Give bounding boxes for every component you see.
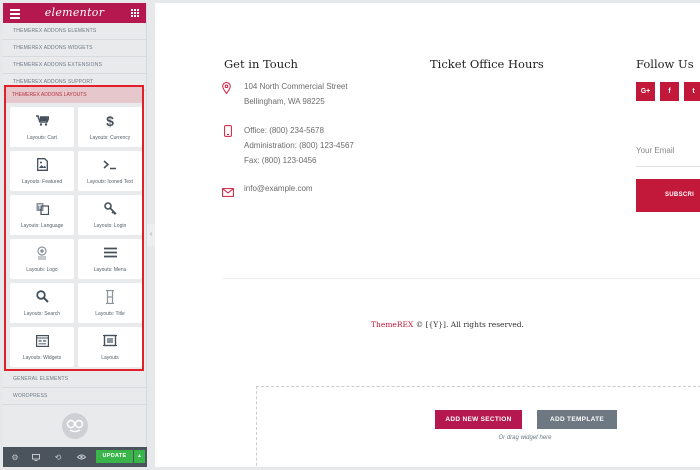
dollar-icon: $ [106, 112, 114, 129]
category-wordpress[interactable]: WORDPRESS [3, 388, 147, 405]
widget-label: Layouts: Search [23, 311, 61, 317]
title-icon [78, 289, 142, 304]
copyright-text: ThemeREX © [{Y}]. All rights reserved. [155, 320, 700, 329]
widget-label: Layouts: Cart [27, 135, 57, 141]
add-template-button[interactable]: ADD TEMPLATE [537, 410, 617, 429]
office-phone: Office: (800) 234-5678 [244, 126, 324, 135]
copyright-rest: © [{Y}]. All rights reserved. [413, 320, 524, 329]
facebook-icon[interactable]: f [660, 82, 679, 101]
widget-layouts-search[interactable]: Layouts: Search [10, 283, 74, 323]
widget-label: Layouts: Menu [93, 267, 127, 273]
address-line-1: 104 North Commercial Street [244, 82, 348, 91]
contact-email-link[interactable]: info@example.com [244, 181, 313, 196]
widget-layouts[interactable]: Layouts [78, 327, 142, 367]
translate-icon [10, 202, 74, 215]
footer-divider [223, 278, 700, 279]
update-button[interactable]: UPDATE [96, 450, 133, 463]
plugin-avatar-icon [62, 413, 88, 439]
subscribe-button[interactable]: SUBSCRI [636, 179, 700, 212]
panel-footer: ⚙ ⟲ UPDATE ▲ [3, 447, 147, 467]
phone-icon [224, 124, 232, 142]
settings-icon[interactable]: ⚙ [9, 451, 21, 463]
widget-layouts-iconed-text[interactable]: Layouts: Iconed Text [78, 151, 142, 191]
administration-phone: Administration: (800) 123-4567 [244, 141, 354, 150]
newsletter-email-input[interactable]: Your Email [636, 146, 674, 155]
twitter-icon[interactable]: t [684, 82, 700, 101]
category-themerex-extensions[interactable]: THEMEREX ADDONS EXTENSIONS [3, 57, 146, 74]
logo-icon [10, 245, 74, 259]
widget-label: Layouts: Logo [26, 267, 58, 273]
widget-layouts-login[interactable]: Layouts: Login [78, 195, 142, 235]
widget-label: Layouts: Login [93, 223, 127, 229]
category-general-elements[interactable]: GENERAL ELEMENTS [3, 371, 147, 388]
widget-label: Layouts: Featured [21, 179, 63, 185]
widget-label: Layouts: Widgets [22, 355, 62, 361]
responsive-icon[interactable] [30, 451, 42, 463]
widget-layouts-title[interactable]: Layouts: Title [78, 283, 142, 323]
menu-icon [78, 246, 142, 259]
history-icon[interactable]: ⟲ [52, 451, 64, 463]
widget-grid: Layouts: Cart $ Layouts: Currency Layout… [6, 103, 142, 367]
widgets-grid-icon[interactable] [131, 9, 139, 17]
widget-layouts-featured[interactable]: Layouts: Featured [10, 151, 74, 191]
page-preview: Get in Touch 104 North Commercial Street… [155, 3, 700, 467]
widget-layouts-logo[interactable]: Layouts: Logo [10, 239, 74, 279]
widget-layouts-language[interactable]: Layouts: Language [10, 195, 74, 235]
editor-window: elementor THEMEREX ADDONS ELEMENTS THEME… [0, 0, 700, 470]
category-layouts-highlight: THEMEREX ADDONS LAYOUTS Layouts: Cart $ … [4, 85, 144, 371]
drag-widget-hint: Or drag widget here [498, 435, 552, 441]
panel-header: elementor [3, 3, 146, 23]
envelope-icon [222, 184, 234, 202]
add-new-section-button[interactable]: ADD NEW SECTION [435, 410, 522, 429]
fax-number: Fax: (800) 123-0456 [244, 156, 317, 165]
widget-label: Layouts: Currency [89, 135, 131, 141]
elementor-logo: elementor [44, 6, 105, 19]
categories-bottom: GENERAL ELEMENTS WORDPRESS [3, 371, 147, 405]
google-plus-icon[interactable]: G+ [636, 82, 655, 101]
map-pin-icon [222, 81, 231, 99]
email-input-underline [636, 166, 700, 167]
layouts-icon [78, 334, 142, 347]
category-themerex-widgets[interactable]: THEMEREX ADDONS WIDGETS [3, 40, 146, 57]
copyright-brand[interactable]: ThemeREX [371, 320, 413, 329]
widget-layouts-widgets[interactable]: Layouts: Widgets [10, 327, 74, 367]
widget-label: Layouts [101, 355, 119, 361]
ticket-hours-title: Ticket Office Hours [430, 57, 544, 71]
cart-icon [10, 114, 74, 127]
widget-layouts-menu[interactable]: Layouts: Menu [78, 239, 142, 279]
widget-label: Layouts: Iconed Text [87, 179, 133, 185]
widgets-icon [10, 334, 74, 347]
key-icon [78, 202, 142, 215]
follow-title: Follow Us [636, 57, 694, 71]
widget-label: Layouts: Language [20, 223, 64, 229]
widget-layouts-currency[interactable]: $ Layouts: Currency [78, 107, 142, 147]
chevron-up-icon[interactable]: ▲ [134, 450, 145, 463]
collapse-panel-handle[interactable]: ‹ [147, 224, 155, 246]
search-icon [10, 290, 74, 303]
image-icon [10, 158, 74, 171]
contact-title: Get in Touch [224, 57, 298, 71]
address-line-2: Bellingham, WA 98225 [244, 97, 325, 106]
category-themerex-elements[interactable]: THEMEREX ADDONS ELEMENTS [3, 23, 146, 40]
widget-layouts-cart[interactable]: Layouts: Cart [10, 107, 74, 147]
preview-icon[interactable] [75, 451, 87, 463]
category-themerex-layouts[interactable]: THEMEREX ADDONS LAYOUTS [6, 87, 142, 103]
widget-label: Layouts: Title [95, 311, 125, 317]
terminal-icon [78, 158, 142, 171]
